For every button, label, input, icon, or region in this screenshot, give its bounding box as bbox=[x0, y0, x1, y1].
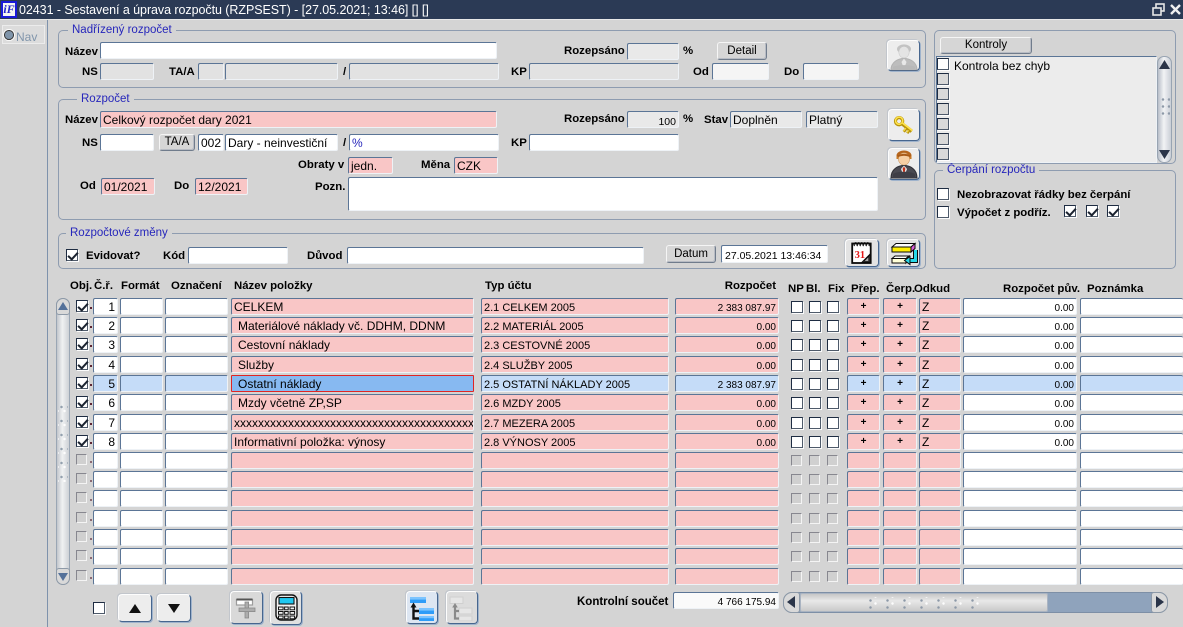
svg-text:31: 31 bbox=[855, 250, 866, 261]
